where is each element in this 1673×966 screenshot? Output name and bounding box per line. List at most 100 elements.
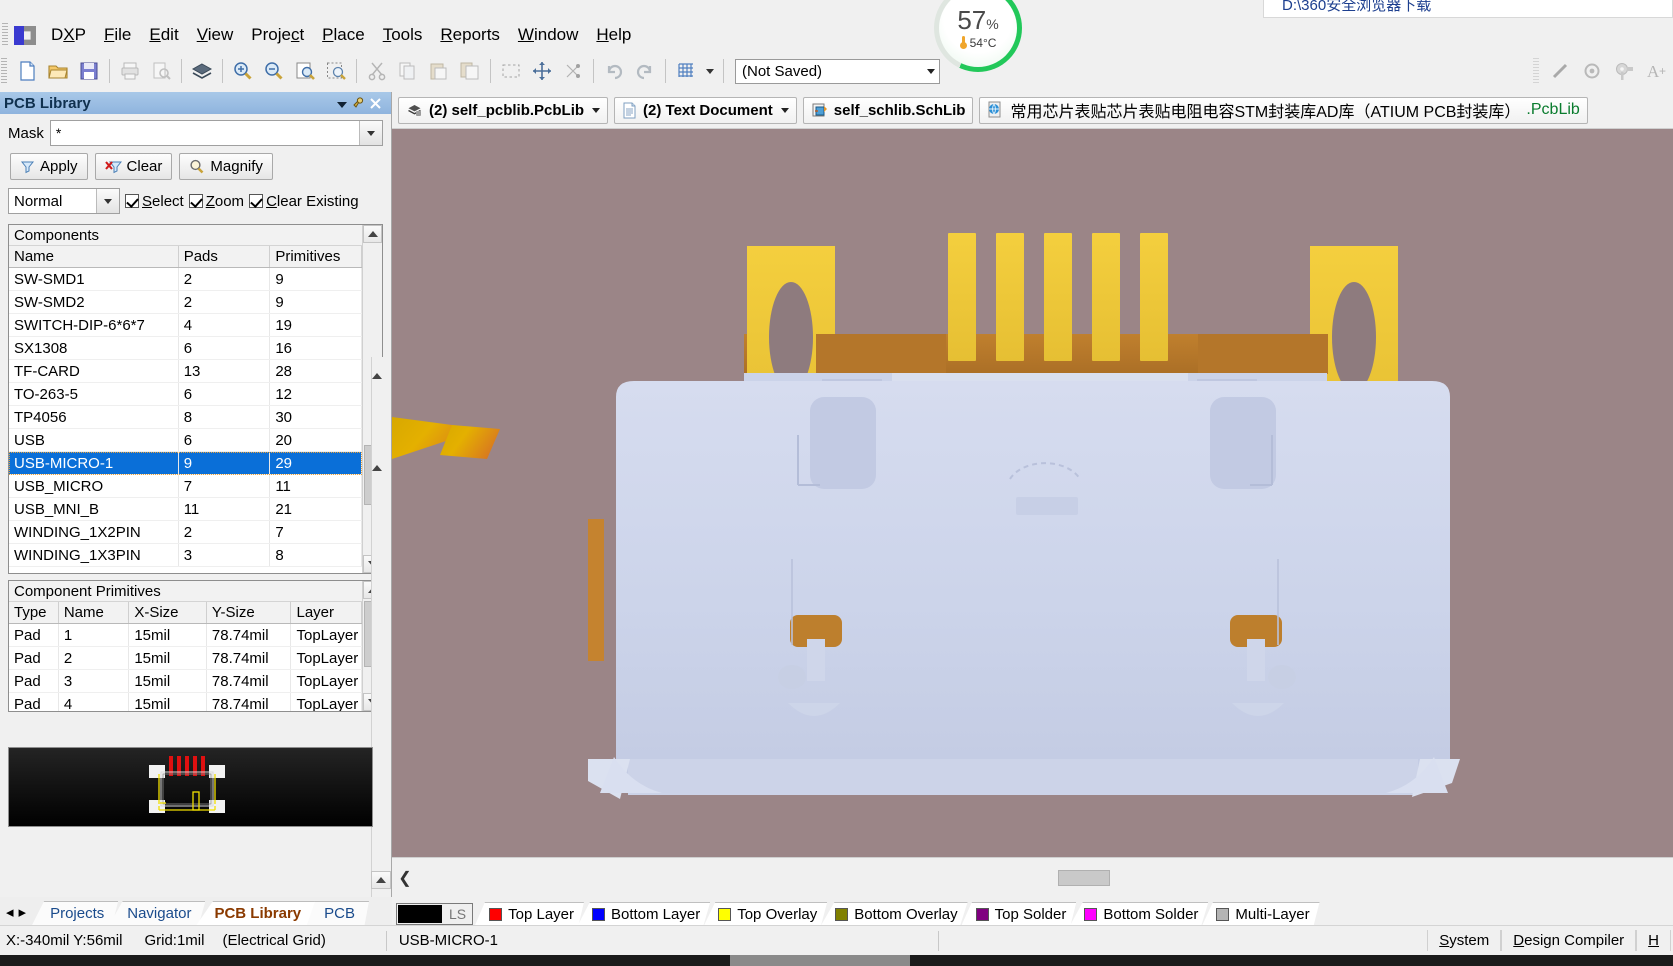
components-scroll-up[interactable] [363,225,382,243]
panel-tab-pcb[interactable]: PCB [306,901,369,925]
table-row[interactable]: Pad 1 15mil 78.74mil TopLayer [9,623,362,647]
table-row[interactable]: USB_MNI_B 11 21 [9,497,362,521]
panel-tab-next-icon[interactable]: ▸ [19,903,27,921]
print-preview-icon[interactable] [146,56,176,86]
menu-edit[interactable]: Edit [140,22,187,48]
zoom-selected-icon[interactable] [321,56,351,86]
panel-scroll-bottom[interactable] [371,871,391,889]
table-row[interactable]: TF-CARD 13 28 [9,359,362,383]
clear-existing-checkbox[interactable]: Clear Existing [249,193,359,210]
canvas-horizontal-scrollbar[interactable]: ❮ [392,857,1673,897]
copy-icon[interactable] [393,56,423,86]
panel-scroll-mid-up[interactable] [372,449,391,471]
redo-icon[interactable] [630,56,660,86]
primitives-col-name[interactable]: Name [58,602,130,624]
board-layers-icon[interactable] [187,56,217,86]
panel-tab-prev-icon[interactable]: ◂ [6,903,14,921]
menu-tools[interactable]: Tools [374,22,432,48]
magnify-button[interactable]: Magnify [179,153,273,180]
status-button-design-compiler[interactable]: Design Compiler [1501,930,1637,951]
select-area-icon[interactable] [496,56,526,86]
table-row[interactable]: SWITCH-DIP-6*6*7 4 19 [9,313,362,337]
pad-icon[interactable] [1609,56,1639,86]
cut-icon[interactable] [362,56,392,86]
document-tab-self-schlib[interactable]: self_schlib.SchLib [802,96,974,124]
table-row[interactable]: USB_MICRO 7 11 [9,474,362,498]
table-row[interactable]: Pad 4 15mil 78.74mil TopLayer [9,692,362,711]
table-row[interactable]: USB 6 20 [9,428,362,452]
status-button-help[interactable]: H [1636,930,1671,951]
cpu-usage-widget[interactable]: 57% 54°C [934,0,1022,72]
document-tab-self-pcblib[interactable]: (2) self_pcblib.PcbLib [398,96,609,124]
table-row[interactable]: TP4056 8 30 [9,405,362,429]
filter-mode-arrow[interactable] [96,189,119,213]
table-row[interactable]: SW-SMD1 2 9 [9,267,362,291]
document-tab-cjk-pcblib[interactable]: 常用芯片表贴芯片表贴电阻电容STM封装库AD库（ATIUM PCB封装库） .P… [979,96,1588,124]
components-col-pads[interactable]: Pads [178,246,271,268]
cross-probe-icon[interactable] [558,56,588,86]
panel-outer-scrollbar[interactable] [371,357,391,897]
line-icon[interactable] [1545,56,1575,86]
close-icon[interactable] [369,97,387,110]
table-row[interactable]: TO-263-5 6 12 [9,382,362,406]
taskbar-item[interactable] [730,955,910,966]
layer-tab-bottom-overlay[interactable]: Bottom Overlay [821,902,968,925]
panel-scroll-up[interactable] [372,357,391,379]
scroll-left-arrow[interactable]: ❮ [392,865,418,891]
grid-dropdown-arrow[interactable] [702,56,718,86]
filter-mode-select[interactable]: Normal [8,188,120,214]
menu-project[interactable]: Project [242,22,313,48]
layer-tab-bottom-layer[interactable]: Bottom Layer [578,902,711,925]
table-row[interactable]: WINDING_1X2PIN 2 7 [9,520,362,544]
pin-icon[interactable] [351,96,369,110]
toolbar-grip[interactable] [1,58,7,84]
grid-icon[interactable] [671,56,701,86]
table-row[interactable]: Pad 3 15mil 78.74mil TopLayer [9,669,362,693]
layer-tab-multi-layer[interactable]: Multi-Layer [1202,902,1320,925]
panel-tab-navigator[interactable]: Navigator [109,901,206,925]
pcb-3d-viewport[interactable] [392,129,1673,857]
component-footprint-preview[interactable] [8,747,373,827]
document-tab-text-document-dropdown[interactable] [780,107,789,113]
layer-tab-top-overlay[interactable]: Top Overlay [704,902,828,925]
canvas-hscroll-thumb[interactable] [1058,870,1110,886]
undo-icon[interactable] [599,56,629,86]
panel-tab-pcb-library[interactable]: PCB Library [196,901,316,925]
menu-dxp[interactable]: DXP [42,22,95,48]
table-row[interactable]: SW-SMD2 2 9 [9,290,362,314]
primitives-col-xsize[interactable]: X-Size [128,602,207,624]
status-button-system[interactable]: System [1427,930,1502,951]
panel-tab-projects[interactable]: Projects [32,901,119,925]
menu-place[interactable]: Place [313,22,374,48]
layer-tab-top-layer[interactable]: Top Layer [475,902,584,925]
menubar-grip[interactable] [2,23,8,47]
apply-button[interactable]: Apply [10,153,88,180]
canvas-hscroll-track[interactable] [418,858,1673,897]
layer-tab-bottom-solder[interactable]: Bottom Solder [1070,902,1209,925]
open-folder-icon[interactable] [43,56,73,86]
table-row[interactable]: WINDING_1X3PIN 3 8 [9,543,362,567]
new-document-icon[interactable] [12,56,42,86]
layer-sets-swatch[interactable]: LS [396,903,474,925]
table-row[interactable]: Pad 2 15mil 78.74mil TopLayer [9,646,362,670]
primitives-col-ysize[interactable]: Y-Size [206,602,292,624]
right-toolbar-grip[interactable] [1533,58,1539,84]
table-row[interactable]: USB-MICRO-1 9 29 [9,451,362,475]
string-icon[interactable]: A + [1641,56,1671,86]
table-row[interactable]: SX1308 6 16 [9,336,362,360]
menu-reports[interactable]: Reports [431,22,509,48]
mask-input[interactable]: * [49,120,383,146]
panel-tab-nav[interactable]: ◂ ▸ [2,903,32,925]
document-tab-text-document[interactable]: (2) Text Document [614,96,797,124]
mask-dropdown-arrow[interactable] [359,121,382,145]
via-icon[interactable] [1577,56,1607,86]
zoom-in-icon[interactable] [228,56,258,86]
saved-state-selector[interactable]: (Not Saved) [735,58,940,84]
move-icon[interactable] [527,56,557,86]
select-checkbox[interactable]: Select [125,193,184,210]
menu-file[interactable]: File [95,22,140,48]
primitives-col-layer[interactable]: Layer [290,602,362,624]
paste-icon[interactable] [424,56,454,86]
document-tab-self-pcblib-dropdown[interactable] [592,107,601,113]
menu-window[interactable]: Window [509,22,587,48]
